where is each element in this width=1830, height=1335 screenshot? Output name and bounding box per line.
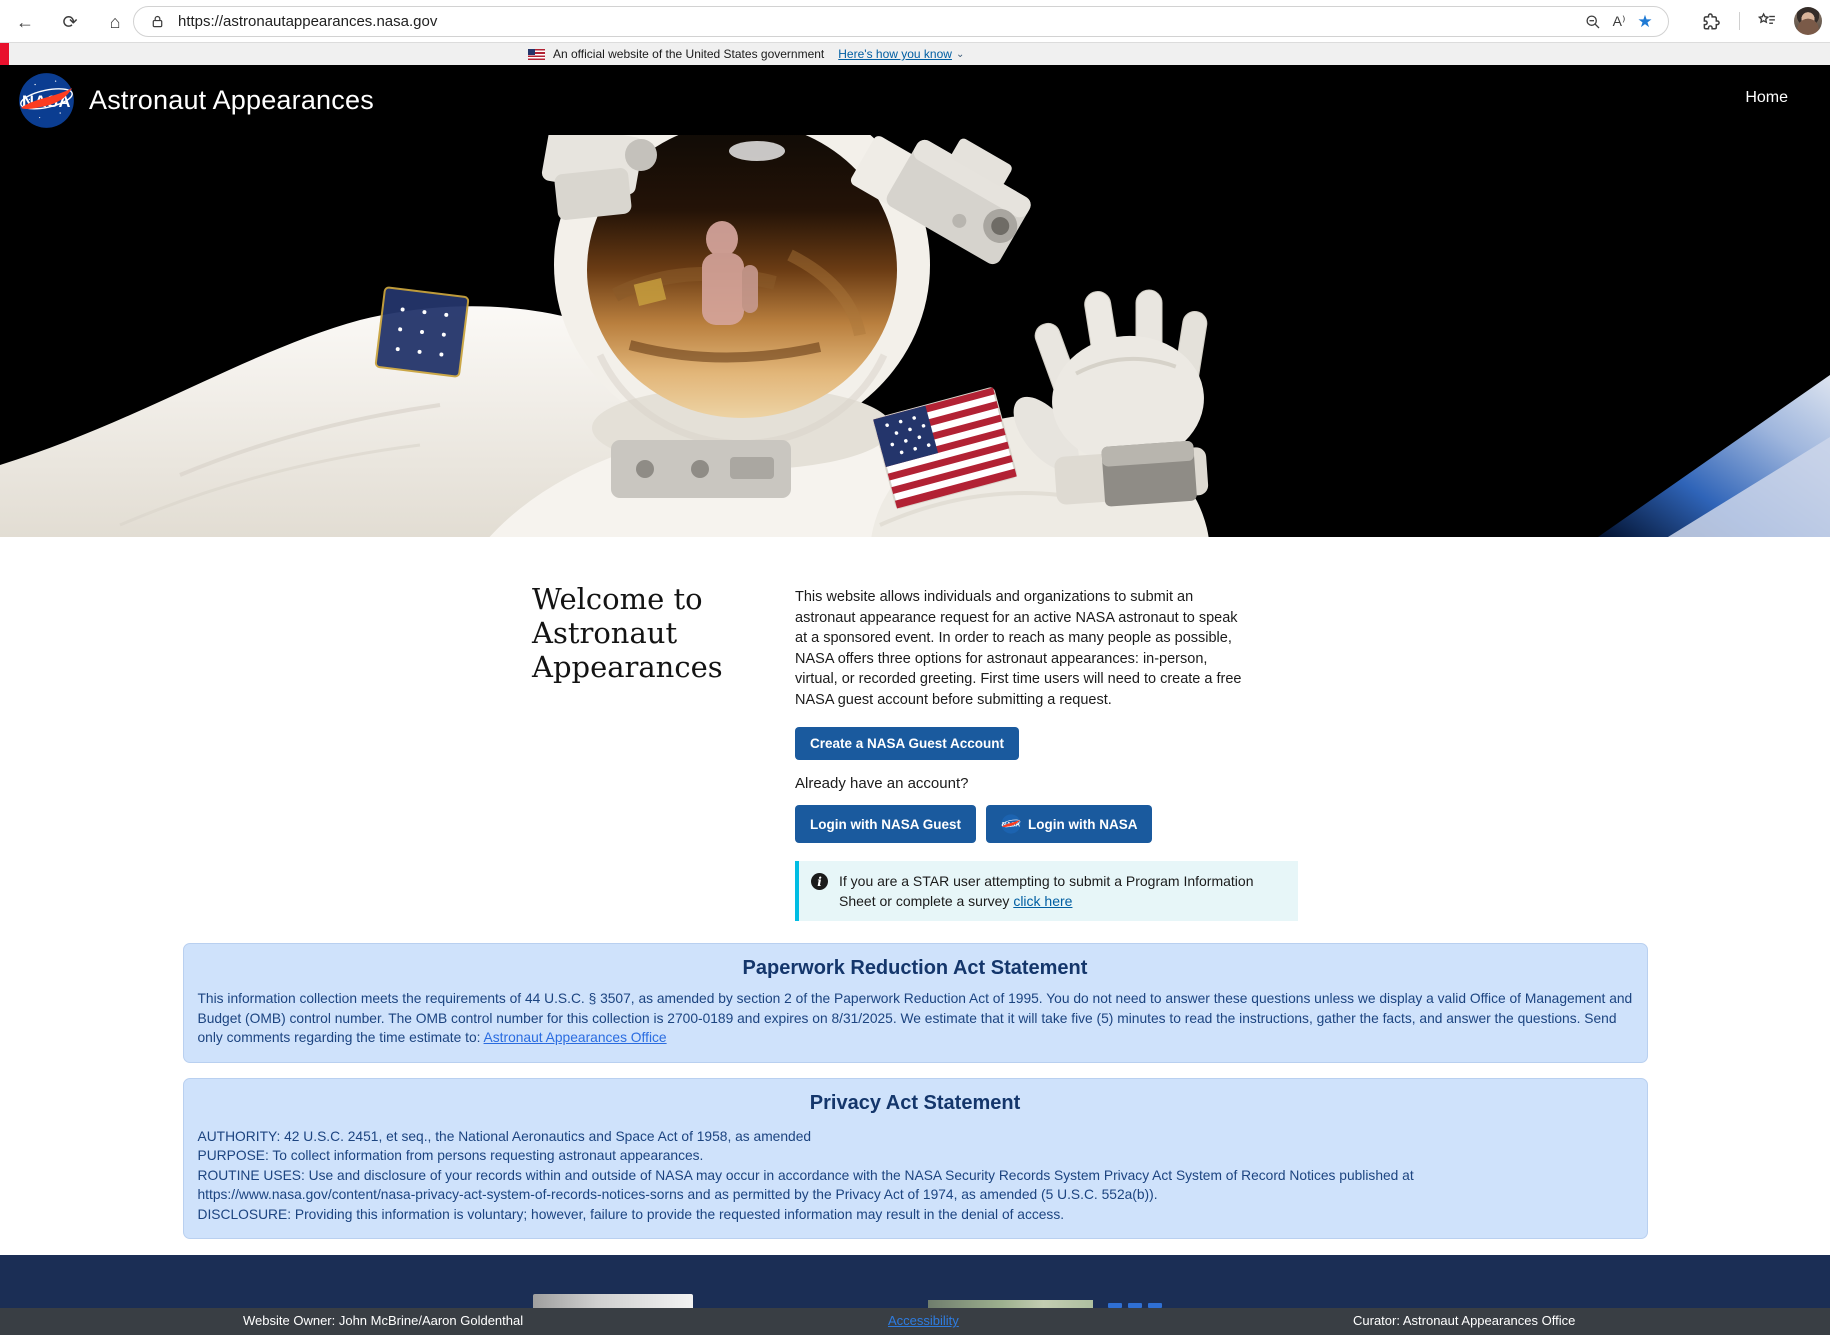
- footer-partial-link-fragments: [1108, 1299, 1168, 1308]
- welcome-section: Welcome to Astronaut Appearances This we…: [0, 537, 1830, 943]
- footer-band: [0, 1255, 1830, 1308]
- address-bar[interactable]: https://astronautappearances.nasa.gov A⁾…: [133, 6, 1669, 37]
- toolbar-divider: [1739, 12, 1740, 30]
- gov-banner: An official website of the United States…: [0, 43, 1830, 65]
- paperwork-reduction-card: Paperwork Reduction Act Statement This i…: [182, 943, 1648, 1063]
- refresh-icon[interactable]: ⟳: [57, 9, 83, 35]
- main-content: Welcome to Astronaut Appearances This we…: [0, 537, 1830, 1255]
- back-icon[interactable]: ←: [12, 9, 38, 35]
- us-flag-icon: [528, 48, 545, 60]
- extensions-icon[interactable]: [1699, 8, 1725, 34]
- read-aloud-icon[interactable]: A⁾: [1606, 9, 1632, 35]
- info-alert-text: If you are a STAR user attempting to sub…: [839, 871, 1284, 911]
- favorites-list-icon[interactable]: [1754, 8, 1780, 34]
- star-user-info-alert: i If you are a STAR user attempting to s…: [795, 861, 1298, 921]
- favorite-star-icon[interactable]: ★: [1632, 9, 1658, 35]
- browser-toolbar: ← ⟳ ⌂ https://astronautappearances.nasa.…: [0, 0, 1830, 43]
- chevron-down-icon[interactable]: ⌄: [956, 49, 964, 60]
- nasa-logo-small-icon: NASA: [1001, 814, 1021, 834]
- lock-icon[interactable]: [144, 9, 170, 35]
- nav-home-link[interactable]: Home: [1745, 89, 1788, 107]
- info-icon: i: [811, 873, 828, 890]
- paperwork-body-text: This information collection meets the re…: [197, 991, 1633, 1045]
- welcome-heading: Welcome to Astronaut Appearances: [532, 582, 723, 684]
- login-nasa-label: Login with NASA: [1028, 816, 1138, 832]
- accessibility-link[interactable]: Accessibility: [888, 1313, 959, 1328]
- gov-banner-text: An official website of the United States…: [553, 47, 825, 61]
- privacy-heading: Privacy Act Statement: [809, 1091, 1021, 1114]
- footer-partial-image-1: [533, 1294, 693, 1308]
- welcome-actions: This website allows individuals and orga…: [795, 587, 1300, 921]
- site-header: NASA Astronaut Appearances Home: [0, 65, 1830, 135]
- curator-text: Curator: Astronaut Appearances Office: [1353, 1313, 1576, 1328]
- paperwork-body: This information collection meets the re…: [198, 989, 1633, 1048]
- hero-image-astronaut: [0, 135, 1830, 537]
- privacy-line-purpose: PURPOSE: To collect information from per…: [197, 1148, 704, 1163]
- zoom-out-icon[interactable]: [1580, 9, 1606, 35]
- paperwork-heading: Paperwork Reduction Act Statement: [742, 957, 1088, 979]
- privacy-line-disclosure: DISCLOSURE: Providing this information i…: [197, 1206, 1065, 1222]
- click-here-link[interactable]: click here: [1013, 893, 1072, 909]
- login-buttons-row: Login with NASA Guest NASA Login with NA…: [795, 805, 1300, 843]
- footer-partial-image-2: [928, 1300, 1093, 1308]
- site-title: Astronaut Appearances: [89, 84, 374, 115]
- profile-avatar[interactable]: [1794, 7, 1822, 35]
- privacy-line-authority: AUTHORITY: 42 U.S.C. 2451, et seq., the …: [197, 1128, 812, 1144]
- nasa-logo-icon[interactable]: NASA: [18, 72, 75, 129]
- already-have-account-text: Already have an account?: [795, 775, 969, 792]
- login-nasa-button[interactable]: NASA Login with NASA: [986, 805, 1153, 843]
- how-you-know-link[interactable]: Here's how you know: [838, 47, 952, 61]
- create-guest-account-button[interactable]: Create a NASA Guest Account: [795, 727, 1020, 760]
- intro-paragraph: This website allows individuals and orga…: [795, 589, 1242, 708]
- url-text[interactable]: https://astronautappearances.nasa.gov: [178, 13, 1580, 30]
- astronaut-appearances-office-link[interactable]: Astronaut Appearances Office: [484, 1030, 667, 1045]
- privacy-line-routine-uses: ROUTINE USES: Use and disclosure of your…: [197, 1167, 1414, 1203]
- website-owner-text: Website Owner: John McBrine/Aaron Golden…: [243, 1313, 524, 1328]
- login-nasa-guest-button[interactable]: Login with NASA Guest: [795, 805, 976, 843]
- page: ← ⟳ ⌂ https://astronautappearances.nasa.…: [0, 0, 1830, 1335]
- toolbar-right: [1699, 7, 1822, 35]
- footer-bottom-bar: Website Owner: John McBrine/Aaron Golden…: [0, 1308, 1830, 1335]
- home-icon[interactable]: ⌂: [102, 9, 128, 35]
- left-edge-red-strip: [0, 43, 9, 65]
- privacy-act-card: Privacy Act Statement AUTHORITY: 42 U.S.…: [182, 1077, 1648, 1239]
